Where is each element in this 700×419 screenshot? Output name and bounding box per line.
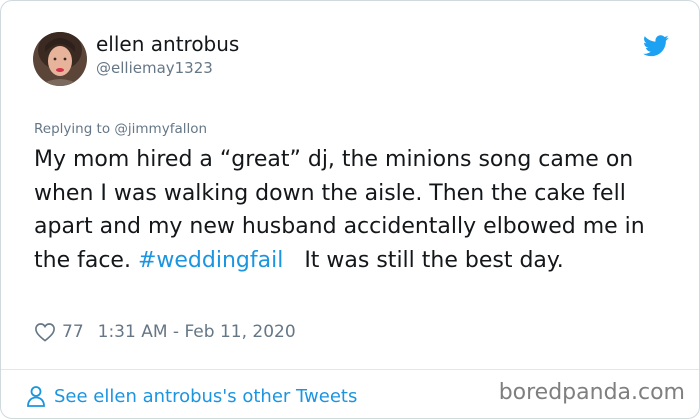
hashtag-link[interactable]: #weddingfail xyxy=(138,248,283,273)
person-icon xyxy=(27,386,45,407)
twitter-bird-icon[interactable] xyxy=(643,35,669,57)
like-count: 77 xyxy=(62,322,84,342)
tweet-meta: 77 1:31 AM - Feb 11, 2020 xyxy=(34,318,296,346)
author-handle[interactable]: @elliemay1323 xyxy=(96,59,213,77)
see-other-tweets-label[interactable]: See ellen antrobus's other Tweets xyxy=(54,386,357,407)
tweet-text: My mom hired a “great” dj, the minions s… xyxy=(34,143,674,277)
avatar[interactable] xyxy=(33,32,87,86)
reply-to-handle[interactable]: @jimmyfallon xyxy=(114,121,207,137)
replying-to: Replying to @jimmyfallon xyxy=(34,121,207,137)
see-other-tweets-link[interactable]: See ellen antrobus's other Tweets xyxy=(26,382,357,410)
tweet-text-end: It was still the best day. xyxy=(304,247,564,273)
tweet-timestamp[interactable]: 1:31 AM - Feb 11, 2020 xyxy=(98,322,296,342)
divider xyxy=(1,369,699,370)
author-name[interactable]: ellen antrobus xyxy=(96,32,239,56)
avatar-photo xyxy=(33,32,87,86)
heart-icon[interactable] xyxy=(34,322,56,342)
reply-prefix: Replying to xyxy=(34,121,115,137)
watermark: boredpanda.com xyxy=(498,380,685,405)
tweet-card: ellen antrobus @elliemay1323 Replying to… xyxy=(0,0,700,419)
tweet-text-gap xyxy=(283,248,304,273)
